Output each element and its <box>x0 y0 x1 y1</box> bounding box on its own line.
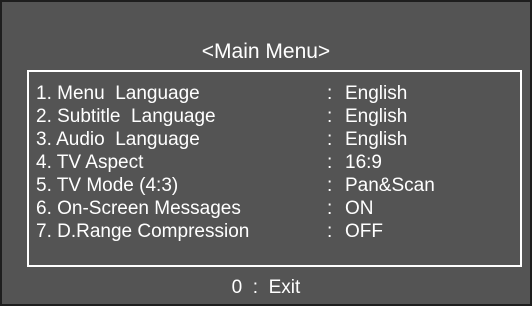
menu-item-on-screen-messages[interactable]: 6. On-Screen Messages : ON <box>36 197 506 220</box>
menu-item-label: 7. D.Range Compression <box>36 221 250 242</box>
menu-item-value: English <box>345 106 408 127</box>
osd-screen: <Main Menu> 1. Menu Language : English 2… <box>0 0 532 306</box>
menu-item-separator: : <box>327 83 333 104</box>
exit-option[interactable]: 0 : Exit <box>2 277 530 299</box>
menu-item-label: 6. On-Screen Messages <box>36 198 241 219</box>
menu-item-separator: : <box>327 198 333 219</box>
menu-item-value: OFF <box>345 221 383 242</box>
menu-item-menu-language[interactable]: 1. Menu Language : English <box>36 82 506 105</box>
menu-item-separator: : <box>327 152 333 173</box>
menu-item-separator: : <box>327 129 333 150</box>
menu-item-separator: : <box>327 106 333 127</box>
menu-item-separator: : <box>327 221 333 242</box>
menu-item-value: 16:9 <box>345 152 382 173</box>
menu-item-label: 5. TV Mode (4:3) <box>36 175 179 196</box>
menu-item-label: 1. Menu Language <box>36 83 200 104</box>
menu-box: 1. Menu Language : English 2. Subtitle L… <box>27 70 522 267</box>
menu-item-subtitle-language[interactable]: 2. Subtitle Language : English <box>36 105 506 128</box>
menu-item-tv-aspect[interactable]: 4. TV Aspect : 16:9 <box>36 151 506 174</box>
menu-item-value: ON <box>345 198 374 219</box>
menu-list: 1. Menu Language : English 2. Subtitle L… <box>36 82 506 243</box>
menu-item-label: 4. TV Aspect <box>36 152 144 173</box>
menu-item-value: English <box>345 83 408 104</box>
menu-item-label: 2. Subtitle Language <box>36 106 216 127</box>
menu-item-audio-language[interactable]: 3. Audio Language : English <box>36 128 506 151</box>
menu-title: <Main Menu> <box>201 40 331 63</box>
menu-item-separator: : <box>327 175 333 196</box>
menu-item-tv-mode[interactable]: 5. TV Mode (4:3) : Pan&Scan <box>36 174 506 197</box>
menu-item-value: Pan&Scan <box>345 175 435 196</box>
menu-item-drange-compression[interactable]: 7. D.Range Compression : OFF <box>36 220 506 243</box>
menu-item-label: 3. Audio Language <box>36 129 200 150</box>
menu-item-value: English <box>345 129 408 150</box>
